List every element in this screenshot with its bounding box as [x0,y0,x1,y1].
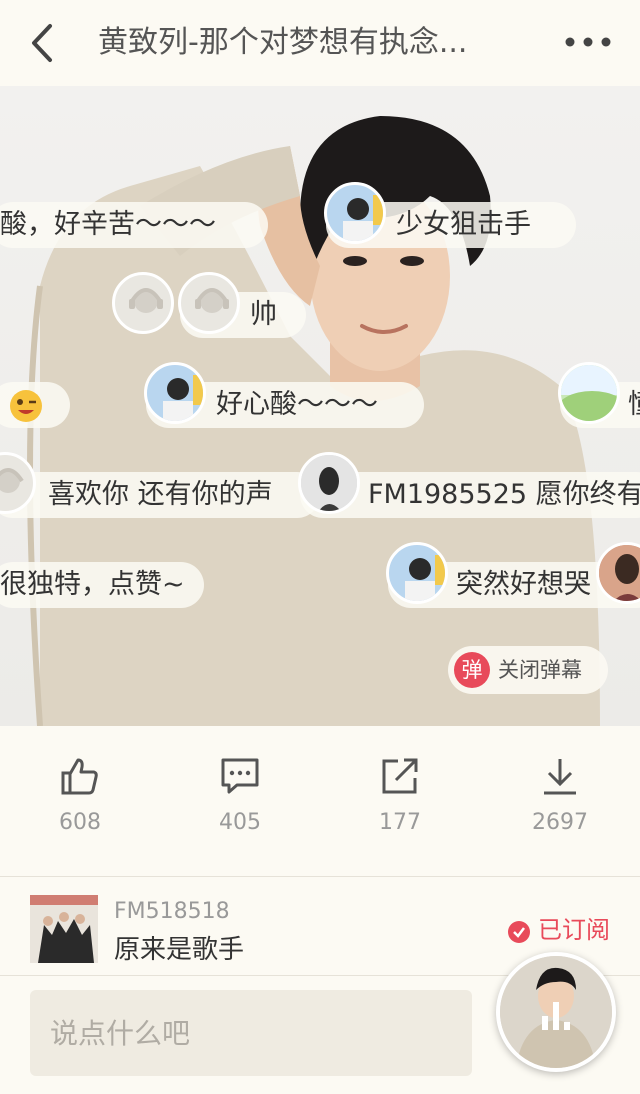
danmaku-text: 好心酸～～～ [216,389,378,420]
user-avatar[interactable] [112,272,174,334]
thumbs-up-icon [61,758,98,795]
danmaku-bubble: 喜欢你 还有你的声 [0,472,320,518]
danmaku-text: 喜欢你 还有你的声 [48,479,273,510]
danmaku-icon: 弹 [454,652,490,688]
ellipsis-icon [565,37,611,47]
check-icon [508,921,530,943]
danmaku-text: 帅 [250,299,277,330]
comment-input[interactable] [30,990,472,1076]
download-icon [544,759,576,795]
now-playing-button[interactable] [496,952,616,1072]
share-count: 177 [379,810,421,835]
comment-button[interactable]: 405 [160,756,320,856]
wink-emoji-icon [10,389,42,422]
user-avatar[interactable] [298,452,360,514]
action-bar: 608 405 177 2697 [0,726,640,876]
danmaku-text: 突然好想哭 [456,569,591,600]
danmaku-bubble: 酸，好辛苦～～～ [0,202,268,248]
avatar-image [599,545,640,601]
comment-icon [221,758,259,794]
page-title: 黄致列-那个对梦想有执念... [98,25,468,60]
like-count: 608 [59,810,101,835]
comment-count: 405 [219,810,261,835]
danmaku-bubble [0,382,70,428]
close-danmaku-label: 关闭弹幕 [498,658,582,682]
album-cover[interactable] [30,895,98,963]
danmaku-text: FM1985525 愿你终有 [368,479,640,510]
danmaku-text: 憧 [628,389,640,420]
cover-photo[interactable]: 酸，好辛苦～～～ 少女狙击手 帅 好心酸～～～ 憧 喜欢你 还有你的声 FM19… [0,86,640,726]
danmaku-text: 很独特，点赞~ [0,569,185,600]
user-avatar[interactable] [558,362,620,424]
danmaku-bubble: 很独特，点赞~ [0,562,204,608]
download-button[interactable]: 2697 [480,756,640,856]
more-button[interactable] [562,24,614,60]
album-cover-image [30,895,98,963]
top-bar: 黄致列-那个对梦想有执念... [0,0,640,86]
danmaku-text: 少女狙击手 [396,209,531,240]
subscribe-label: 已订阅 [538,916,610,944]
album-name: 原来是歌手 [114,935,245,965]
user-avatar[interactable] [324,182,386,244]
user-avatar[interactable] [144,362,206,424]
back-button[interactable] [22,20,62,66]
user-avatar[interactable] [178,272,240,334]
download-count: 2697 [532,810,588,835]
close-danmaku-button[interactable]: 弹 关闭弹幕 [448,646,608,694]
chevron-left-icon [32,24,52,62]
danmaku-text: 酸，好辛苦～～～ [0,209,216,240]
like-button[interactable]: 608 [0,756,160,856]
user-avatar[interactable] [386,542,448,604]
share-button[interactable]: 177 [320,756,480,856]
share-icon [382,758,418,794]
album-id: FM518518 [114,899,230,924]
equalizer-icon [542,1002,570,1030]
